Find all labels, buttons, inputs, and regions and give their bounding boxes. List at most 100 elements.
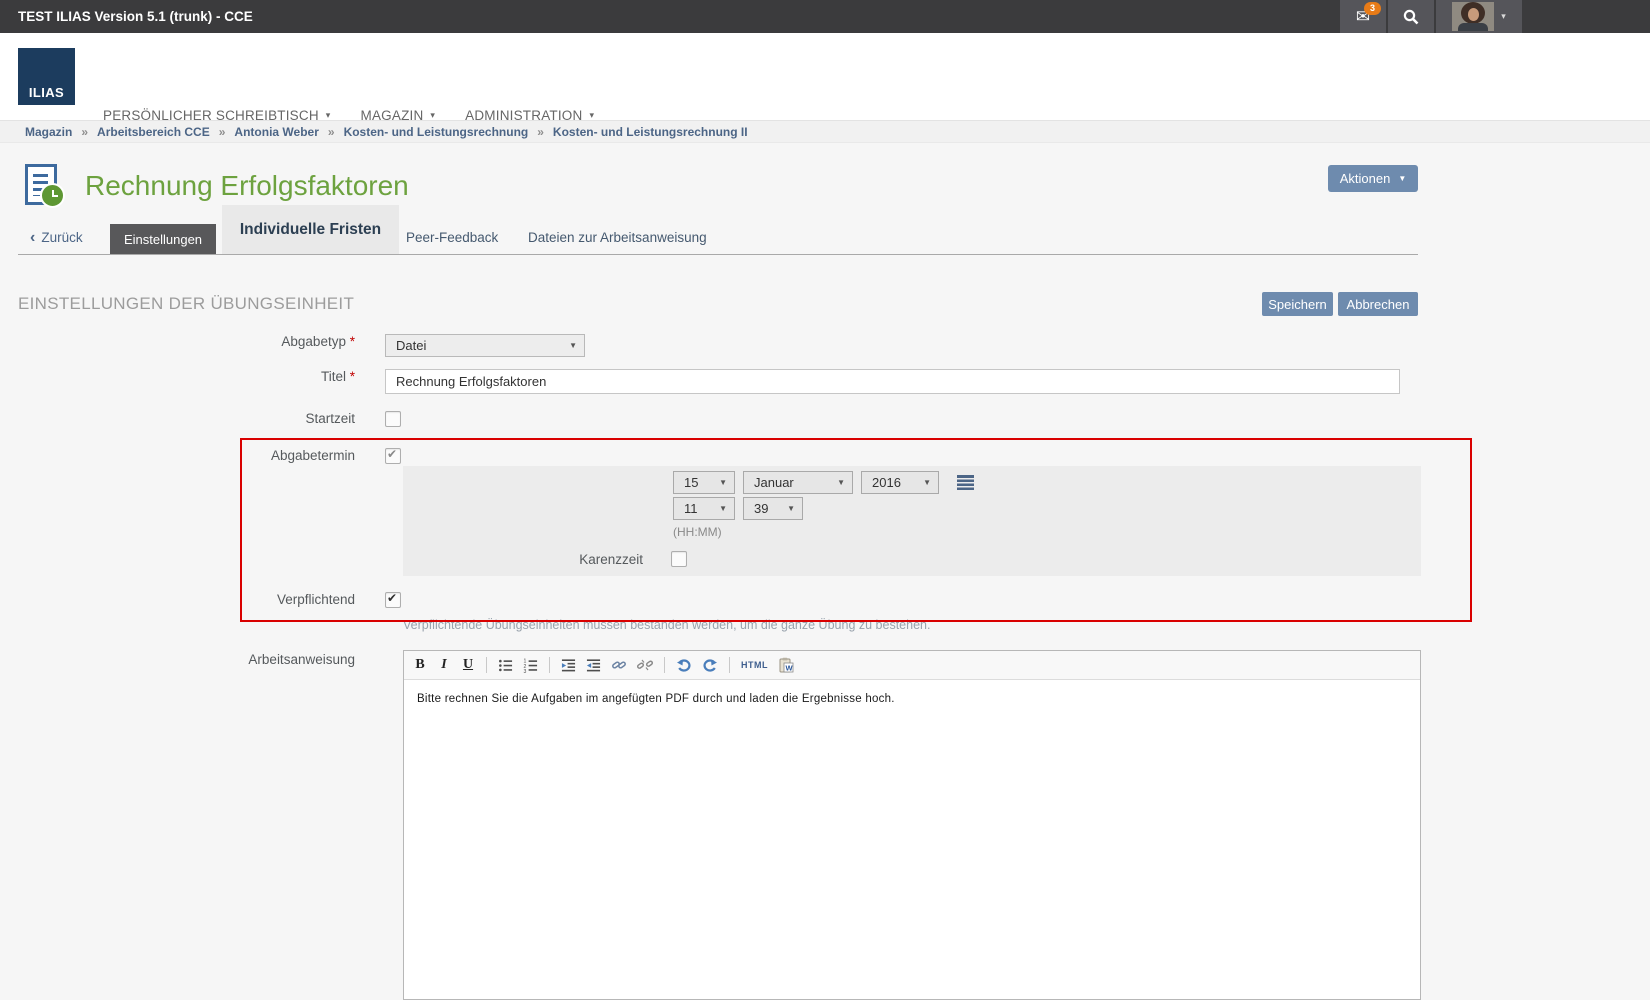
breadcrumb-link[interactable]: Magazin: [25, 125, 72, 139]
breadcrumb-link[interactable]: Kosten- und Leistungsrechnung II: [553, 125, 748, 139]
karenzzeit-checkbox[interactable]: [671, 551, 687, 567]
top-bar: TEST ILIAS Version 5.1 (trunk) - CCE ✉ 3…: [0, 0, 1650, 33]
mail-badge: 3: [1364, 2, 1381, 15]
paste-from-word-button[interactable]: W: [778, 656, 794, 674]
time-format-hint: (HH:MM): [673, 525, 722, 539]
required-mark: *: [350, 334, 355, 349]
field-label: Abgabetyp: [281, 334, 346, 349]
year-select[interactable]: 2016 ▼: [861, 471, 939, 494]
field-label: Startzeit: [18, 411, 355, 426]
form-row-verpflichtend: Verpflichtend: [18, 592, 401, 608]
day-select[interactable]: 15 ▼: [673, 471, 735, 494]
chevron-down-icon: ▼: [719, 504, 727, 513]
editor-content[interactable]: Bitte rechnen Sie die Aufgaben im angefü…: [404, 680, 1420, 718]
aktionen-button[interactable]: Aktionen ▼: [1328, 165, 1418, 192]
tab-bar: ‹ Zurück Einstellungen Individuelle Fris…: [18, 205, 1418, 255]
indent-button[interactable]: [561, 656, 576, 674]
abgabetyp-select[interactable]: Datei ▼: [385, 334, 585, 357]
abgabetermin-checkbox[interactable]: [385, 448, 401, 464]
avatar: [1452, 2, 1494, 31]
save-button[interactable]: Speichern: [1262, 292, 1333, 316]
header: ILIAS PERSÖNLICHER SCHREIBTISCH ▾ MAGAZI…: [0, 33, 1650, 120]
ilias-logo[interactable]: ILIAS: [18, 48, 75, 105]
tab-einstellungen[interactable]: Einstellungen: [110, 224, 216, 254]
bullet-list-icon: [498, 658, 513, 673]
chevron-down-icon: ▼: [719, 478, 727, 487]
breadcrumb-link[interactable]: Antonia Weber: [234, 125, 318, 139]
html-source-button[interactable]: HTML: [741, 656, 768, 674]
indent-icon: [561, 658, 576, 673]
field-label: Verpflichtend: [18, 592, 355, 607]
calendar-icon[interactable]: [957, 475, 974, 490]
search-icon: [1402, 8, 1420, 26]
minute-select[interactable]: 39 ▼: [743, 497, 803, 520]
chevron-down-icon: ▼: [837, 478, 845, 487]
tab-dateien-arbeitsanweisung[interactable]: Dateien zur Arbeitsanweisung: [528, 230, 707, 245]
section-title: EINSTELLUNGEN DER ÜBUNGSEINHEIT: [18, 294, 354, 314]
paste-from-word-icon: W: [778, 657, 794, 673]
abgabetermin-panel: 15 ▼ Januar ▼ 2016 ▼ 11 ▼ 39 ▼ (HH:MM): [403, 466, 1421, 576]
bullet-list-button[interactable]: [498, 656, 513, 674]
rich-text-editor: B I U 1 2 3: [403, 650, 1421, 1000]
tab-peer-feedback[interactable]: Peer-Feedback: [406, 230, 498, 245]
svg-text:3: 3: [523, 669, 526, 673]
field-label: Titel: [321, 369, 346, 384]
tab-individuelle-fristen[interactable]: Individuelle Fristen: [222, 205, 399, 254]
startzeit-checkbox[interactable]: [385, 411, 401, 427]
outdent-icon: [586, 658, 601, 673]
chevron-down-icon: ▼: [787, 504, 795, 513]
link-button[interactable]: [611, 656, 627, 674]
required-mark: *: [350, 369, 355, 384]
user-menu-button[interactable]: ▾: [1436, 0, 1522, 33]
unlink-icon: [637, 657, 653, 673]
field-label: Karenzzeit: [403, 552, 643, 567]
chevron-down-icon: ▼: [923, 478, 931, 487]
form-row-titel: Titel *: [18, 369, 1400, 394]
form-row-startzeit: Startzeit: [18, 411, 401, 427]
hour-select[interactable]: 11 ▼: [673, 497, 735, 520]
breadcrumb-separator: »: [537, 125, 544, 139]
page-title-bar: Rechnung Erfolgsfaktoren: [25, 163, 409, 208]
redo-button[interactable]: [702, 656, 718, 674]
form-row-abgabetyp: Abgabetyp * Datei ▼: [18, 334, 585, 357]
form-row-arbeitsanweisung: Arbeitsanweisung: [18, 652, 355, 667]
toolbar-separator: [664, 657, 665, 673]
svg-text:W: W: [786, 664, 794, 673]
back-link[interactable]: ‹ Zurück: [30, 230, 83, 245]
undo-icon: [676, 657, 692, 673]
cancel-button[interactable]: Abbrechen: [1338, 292, 1418, 316]
breadcrumb-separator: »: [219, 125, 226, 139]
breadcrumb-separator: »: [81, 125, 88, 139]
unlink-button[interactable]: [637, 656, 653, 674]
outdent-button[interactable]: [586, 656, 601, 674]
form-section-header: EINSTELLUNGEN DER ÜBUNGSEINHEIT Speicher…: [18, 292, 1418, 320]
exercise-unit-icon: [25, 163, 67, 208]
field-label: Arbeitsanweisung: [18, 652, 355, 667]
installation-title: TEST ILIAS Version 5.1 (trunk) - CCE: [18, 0, 253, 33]
page-title: Rechnung Erfolgsfaktoren: [85, 170, 409, 202]
breadcrumb-link[interactable]: Kosten- und Leistungsrechnung: [344, 125, 529, 139]
undo-button[interactable]: [676, 656, 692, 674]
numbered-list-button[interactable]: 1 2 3: [523, 656, 538, 674]
toolbar-separator: [729, 657, 730, 673]
search-button[interactable]: [1388, 0, 1434, 33]
toolbar-separator: [549, 657, 550, 673]
italic-button[interactable]: I: [437, 656, 451, 674]
chevron-left-icon: ‹: [30, 232, 35, 244]
bold-button[interactable]: B: [413, 656, 427, 674]
mail-button[interactable]: ✉ 3: [1340, 0, 1386, 33]
link-icon: [611, 657, 627, 673]
underline-button[interactable]: U: [461, 656, 475, 674]
verpflichtend-checkbox[interactable]: [385, 592, 401, 608]
month-select[interactable]: Januar ▼: [743, 471, 853, 494]
breadcrumb: Magazin » Arbeitsbereich CCE » Antonia W…: [0, 120, 1650, 143]
chevron-down-icon: ▾: [1501, 11, 1506, 22]
form-row-karenzzeit: Karenzzeit: [403, 551, 687, 567]
field-label: Abgabetermin: [18, 448, 355, 463]
breadcrumb-link[interactable]: Arbeitsbereich CCE: [97, 125, 210, 139]
verpflichtend-hint: Verpflichtende Übungseinheiten müssen be…: [403, 618, 930, 632]
chevron-down-icon: ▼: [569, 341, 577, 350]
editor-toolbar: B I U 1 2 3: [404, 651, 1420, 680]
form-row-abgabetermin: Abgabetermin: [18, 448, 401, 464]
titel-input[interactable]: [385, 369, 1400, 394]
